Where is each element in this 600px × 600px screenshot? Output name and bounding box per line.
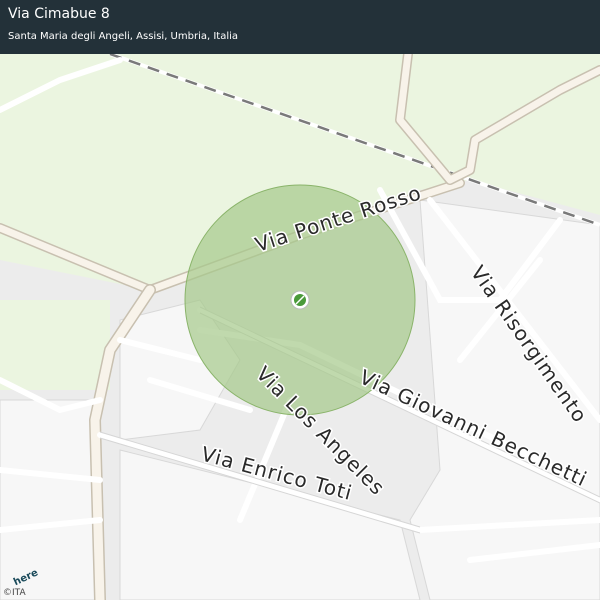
location-header: Via Cimabue 8 Santa Maria degli Angeli, … (0, 0, 600, 54)
location-title: Via Cimabue 8 (8, 6, 110, 22)
map-attribution: ©ITA (3, 588, 26, 598)
svg-text:here: here (12, 567, 40, 586)
here-logo: here (12, 567, 40, 586)
green-land (0, 300, 110, 390)
location-pin-icon[interactable] (290, 290, 310, 310)
map-canvas[interactable]: Via Ponte Rosso Via Risorgimento Via Gio… (0, 0, 600, 600)
location-subtitle: Santa Maria degli Angeli, Assisi, Umbria… (8, 31, 239, 42)
